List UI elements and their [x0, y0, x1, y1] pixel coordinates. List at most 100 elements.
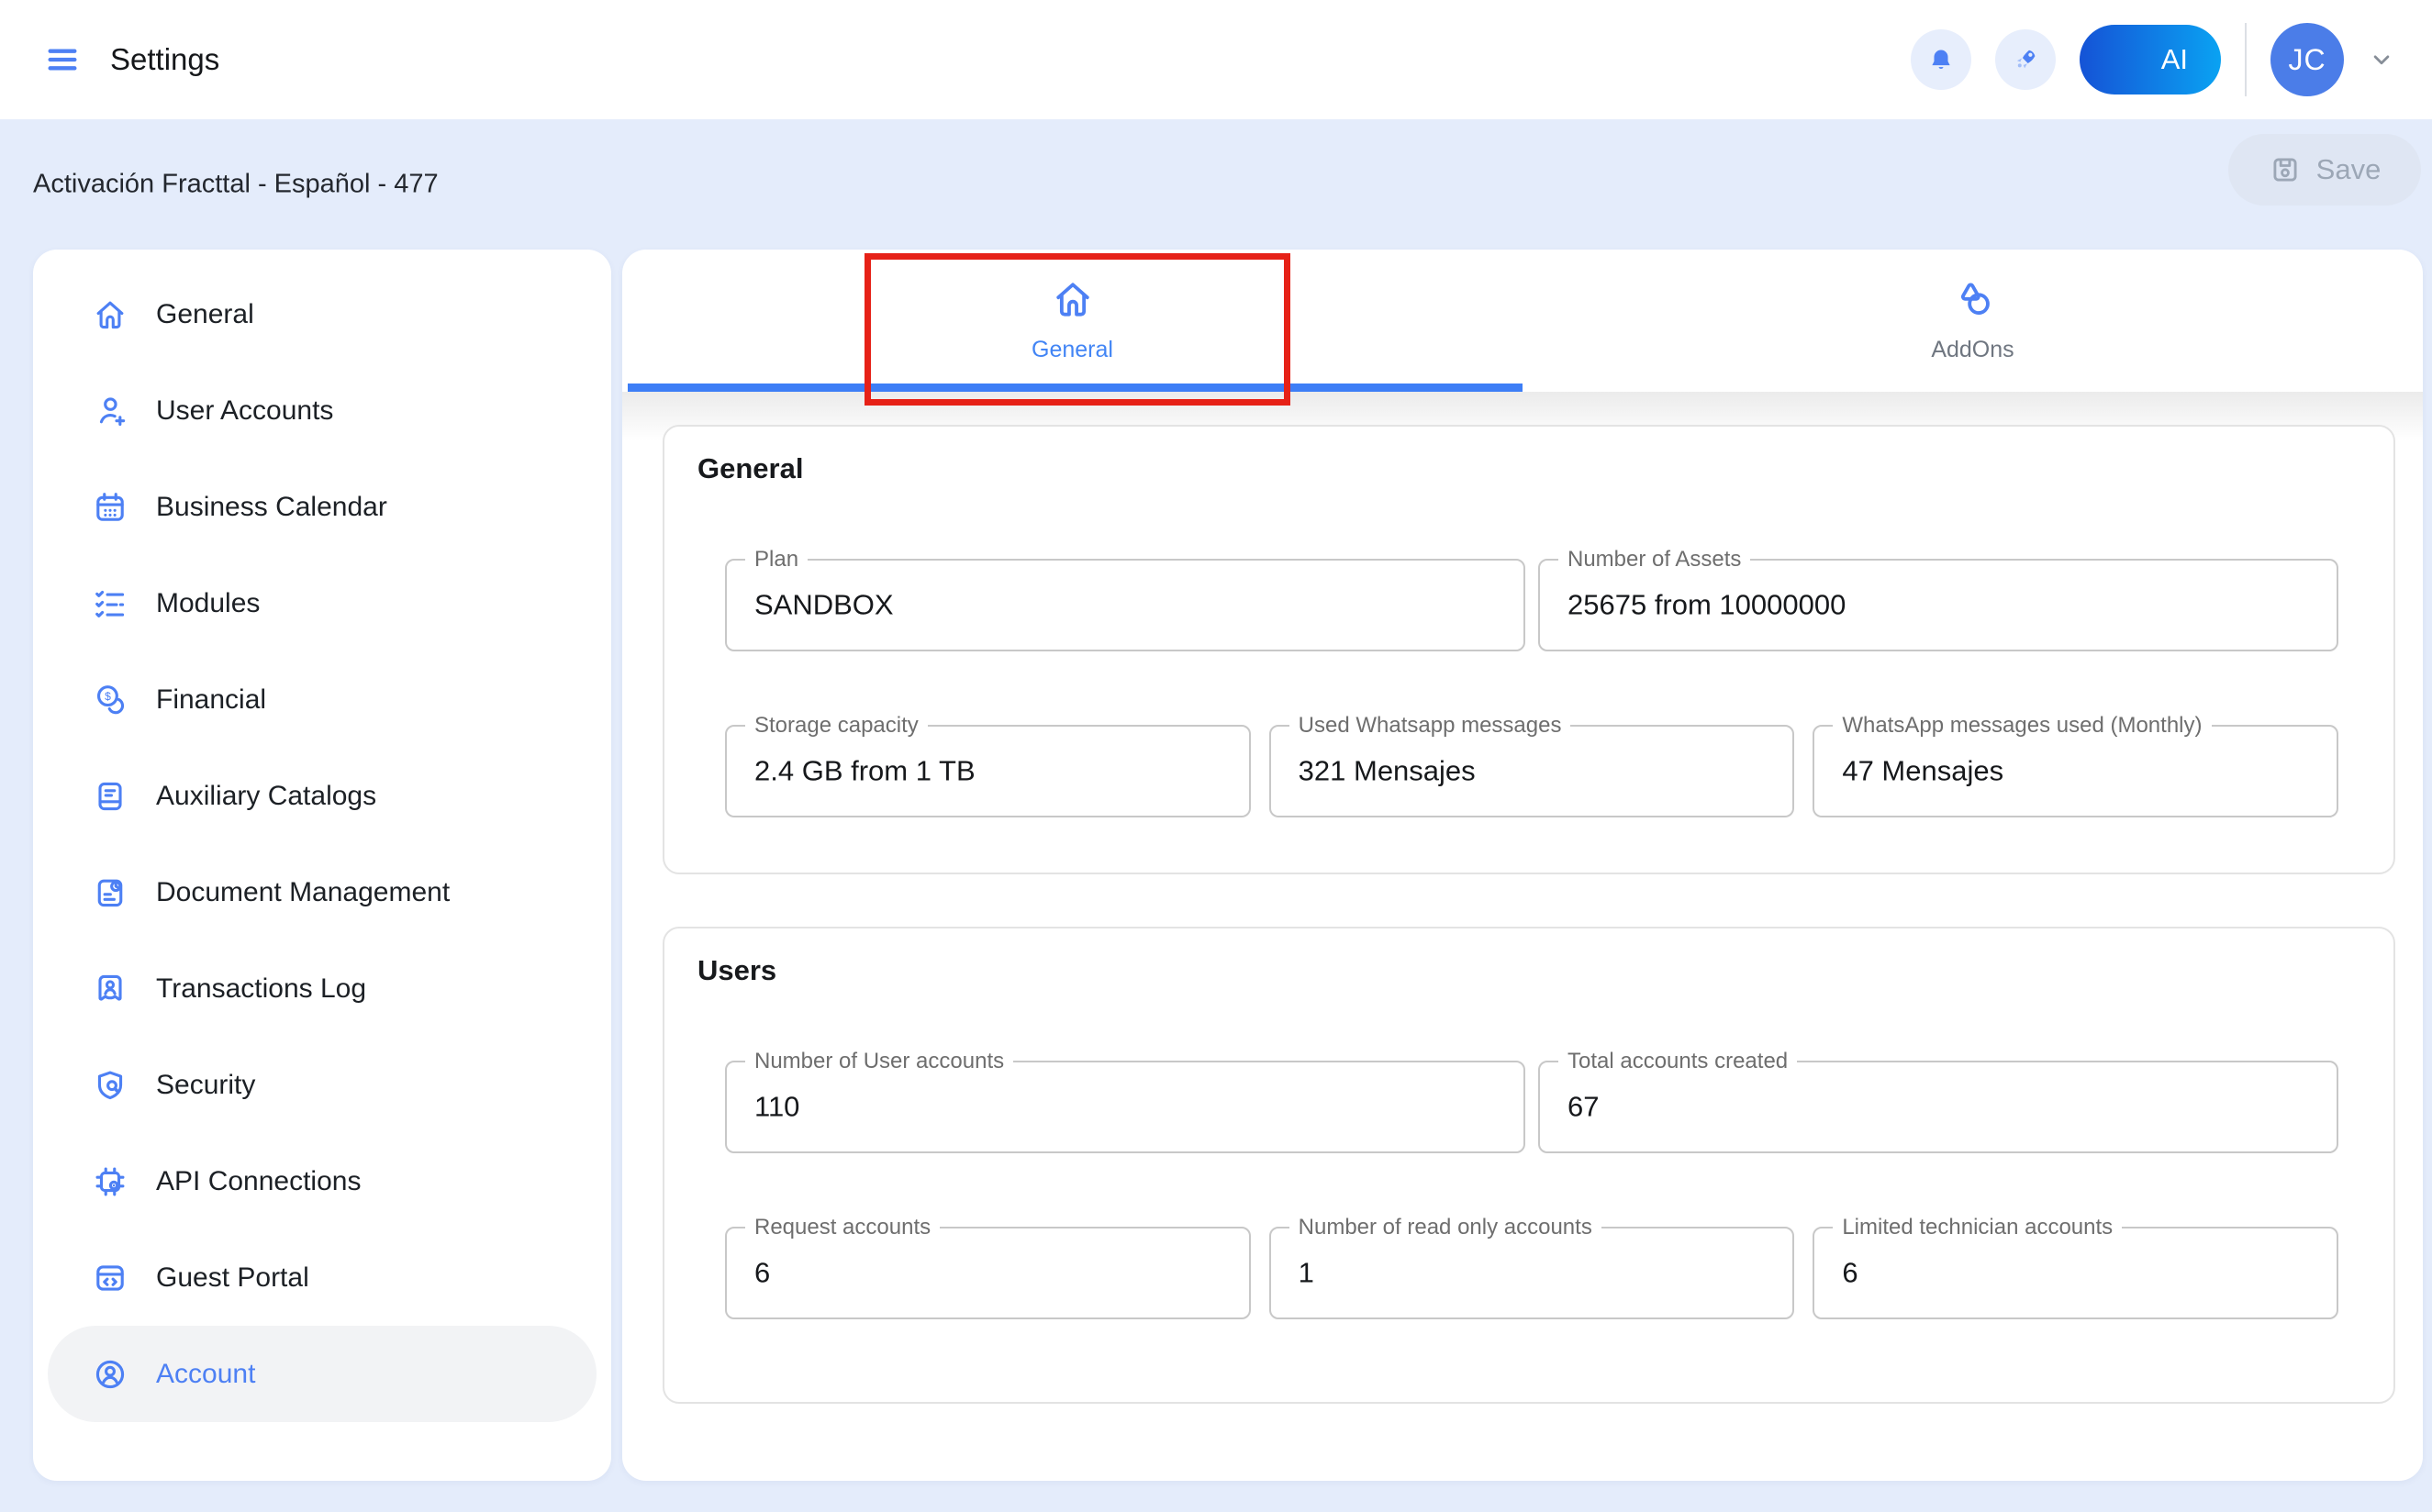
field-request-accounts-label: Request accounts [745, 1215, 940, 1240]
field-read-only-accounts[interactable]: Number of read only accounts 1 [1269, 1227, 1795, 1319]
field-storage-capacity-value: 2.4 GB from 1 TB [754, 754, 976, 787]
sidebar-item-auxiliary-catalogs[interactable]: Auxiliary Catalogs [33, 748, 611, 844]
checklist-icon [90, 584, 130, 624]
sidebar-item-label: API Connections [156, 1166, 361, 1197]
chevron-down-icon [2368, 46, 2395, 73]
sidebar-item-account[interactable]: Account [48, 1326, 597, 1422]
field-used-whatsapp-messages[interactable]: Used Whatsapp messages 321 Mensajes [1269, 725, 1795, 817]
menu-icon[interactable] [44, 41, 81, 78]
book-icon [90, 776, 130, 817]
home-icon [1048, 274, 1098, 324]
active-tab-indicator [628, 384, 1523, 392]
field-used-whatsapp-messages-value: 321 Mensajes [1299, 754, 1476, 787]
sidebar-item-user-accounts[interactable]: User Accounts [33, 362, 611, 459]
sidebar-item-label: Financial [156, 684, 266, 716]
sidebar-item-financial[interactable]: Financial [33, 651, 611, 748]
sidebar-item-general[interactable]: General [33, 266, 611, 362]
field-whatsapp-monthly-value: 47 Mensajes [1842, 754, 2003, 787]
sidebar-item-label: Security [156, 1070, 255, 1101]
field-read-only-accounts-label: Number of read only accounts [1289, 1215, 1601, 1240]
tab-general-label: General [1032, 337, 1113, 363]
tab-addons[interactable]: AddOns [1523, 250, 2423, 387]
field-plan[interactable]: Plan SANDBOX [725, 559, 1525, 651]
browser-code-icon [90, 1258, 130, 1298]
bell-icon [1925, 44, 1957, 75]
field-storage-capacity-label: Storage capacity [745, 713, 928, 739]
general-section-title: General [697, 452, 2393, 485]
sidebar-item-label: Transactions Log [156, 973, 366, 1005]
field-used-whatsapp-messages-label: Used Whatsapp messages [1289, 713, 1571, 739]
sidebar-item-api-connections[interactable]: API Connections [33, 1133, 611, 1229]
sidebar-item-business-calendar[interactable]: Business Calendar [33, 459, 611, 555]
receipt-user-icon [90, 969, 130, 1009]
field-whatsapp-monthly[interactable]: WhatsApp messages used (Monthly) 47 Mens… [1813, 725, 2338, 817]
sidebar-item-label: Account [156, 1359, 255, 1390]
shield-search-icon [90, 1065, 130, 1106]
field-number-of-user-accounts-label: Number of User accounts [745, 1049, 1013, 1074]
breadcrumb: Activación Fracttal - Español - 477 [33, 170, 439, 200]
field-total-accounts-created-label: Total accounts created [1558, 1049, 1797, 1074]
field-plan-label: Plan [745, 547, 808, 573]
chip-gear-icon [90, 1162, 130, 1202]
sidebar-item-label: Auxiliary Catalogs [156, 781, 376, 812]
users-section: Users Number of User accounts 110 Total … [663, 927, 2395, 1404]
field-whatsapp-monthly-label: WhatsApp messages used (Monthly) [1833, 713, 2211, 739]
field-number-of-assets[interactable]: Number of Assets 25675 from 10000000 [1538, 559, 2338, 651]
settings-sidebar: General User Accounts Business Calendar … [33, 250, 611, 1481]
sidebar-item-security[interactable]: Security [33, 1037, 611, 1133]
avatar-initials: JC [2288, 43, 2326, 77]
notifications-button[interactable] [1911, 29, 1971, 90]
user-circle-icon [90, 1354, 130, 1395]
page-title: Settings [110, 42, 219, 77]
field-number-of-assets-value: 25675 from 10000000 [1567, 588, 1846, 621]
avatar[interactable]: JC [2270, 23, 2344, 96]
toolbar: Activación Fracttal - Español - 477 Save [0, 119, 2432, 250]
save-button[interactable]: Save [2228, 134, 2421, 206]
field-total-accounts-created-value: 67 [1567, 1090, 1599, 1123]
user-plus-icon [90, 391, 130, 431]
field-number-of-assets-label: Number of Assets [1558, 547, 1750, 573]
settings-page: Settings AI JC Activación Fracttal - Esp… [0, 0, 2432, 1512]
sidebar-item-label: User Accounts [156, 395, 333, 427]
sidebar-item-label: Business Calendar [156, 492, 387, 523]
sidebar-item-label: Document Management [156, 877, 450, 908]
whats-new-button[interactable] [1995, 29, 2056, 90]
sidebar-item-label: Guest Portal [156, 1262, 309, 1294]
sidebar-item-document-management[interactable]: Document Management [33, 844, 611, 940]
ai-assistant-button[interactable]: AI [2080, 25, 2221, 94]
save-button-label: Save [2316, 153, 2382, 186]
sidebar-item-label: General [156, 299, 254, 330]
app-header: Settings AI JC [0, 0, 2432, 119]
tab-general[interactable]: General [622, 250, 1523, 387]
rocket-icon [2010, 44, 2041, 75]
sidebar-item-guest-portal[interactable]: Guest Portal [33, 1229, 611, 1326]
account-content: General AddOns General Plan SANDBOX Numb… [622, 250, 2423, 1481]
user-menu-button[interactable] [2368, 46, 2395, 73]
users-section-title: Users [697, 954, 2393, 987]
document-clock-icon [90, 873, 130, 913]
home-icon [90, 295, 130, 335]
field-limited-technician-accounts[interactable]: Limited technician accounts 6 [1813, 1227, 2338, 1319]
field-read-only-accounts-value: 1 [1299, 1256, 1314, 1289]
ai-button-label: AI [2161, 43, 2188, 76]
coins-icon [90, 680, 130, 720]
sidebar-item-label: Modules [156, 588, 260, 619]
tab-addons-label: AddOns [1931, 337, 2014, 363]
field-request-accounts[interactable]: Request accounts 6 [725, 1227, 1251, 1319]
sidebar-item-modules[interactable]: Modules [33, 555, 611, 651]
field-total-accounts-created[interactable]: Total accounts created 67 [1538, 1061, 2338, 1153]
calendar-icon [90, 487, 130, 528]
field-plan-value: SANDBOX [754, 588, 894, 621]
addons-icon [1948, 274, 1998, 324]
field-request-accounts-value: 6 [754, 1256, 770, 1289]
field-storage-capacity[interactable]: Storage capacity 2.4 GB from 1 TB [725, 725, 1251, 817]
header-divider [2245, 23, 2247, 96]
field-number-of-user-accounts[interactable]: Number of User accounts 110 [725, 1061, 1525, 1153]
general-section: General Plan SANDBOX Number of Assets 25… [663, 425, 2395, 874]
account-tabs: General AddOns [622, 250, 2423, 387]
sidebar-item-transactions-log[interactable]: Transactions Log [33, 940, 611, 1037]
field-limited-technician-accounts-value: 6 [1842, 1256, 1857, 1289]
save-icon [2269, 153, 2302, 186]
field-number-of-user-accounts-value: 110 [754, 1090, 799, 1123]
field-limited-technician-accounts-label: Limited technician accounts [1833, 1215, 2122, 1240]
